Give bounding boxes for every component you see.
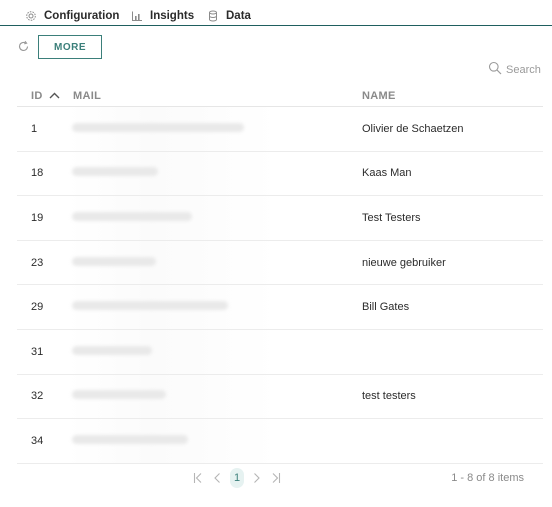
search-icon bbox=[488, 61, 506, 80]
tab-bar: Configuration Insights Data bbox=[0, 0, 552, 26]
pagination: 1 bbox=[190, 467, 287, 489]
cell-id: 31 bbox=[31, 345, 44, 358]
cell-mail-redacted bbox=[72, 167, 158, 179]
table-row[interactable]: 19 Test Testers bbox=[17, 196, 543, 241]
database-icon bbox=[206, 10, 219, 23]
cell-name: Kaas Man bbox=[362, 167, 412, 180]
cell-mail-redacted bbox=[72, 122, 244, 135]
column-header-name[interactable]: NAME bbox=[362, 90, 396, 102]
previous-page-icon[interactable] bbox=[209, 468, 225, 488]
data-table: ID MAIL NAME 1 Olivier de Schaetzen 18 K… bbox=[17, 84, 543, 464]
column-label: NAME bbox=[362, 90, 396, 102]
table-row[interactable]: 18 Kaas Man bbox=[17, 151, 543, 197]
pager-info: 1 - 8 of 8 items bbox=[451, 472, 524, 484]
cell-name: test testers bbox=[362, 390, 416, 403]
table-row[interactable]: 1 Olivier de Schaetzen bbox=[17, 107, 543, 152]
more-button[interactable]: MORE bbox=[38, 35, 102, 59]
next-page-icon[interactable] bbox=[249, 468, 265, 488]
cell-name: Bill Gates bbox=[362, 301, 410, 314]
cell-id: 34 bbox=[31, 434, 44, 447]
cell-mail-redacted bbox=[72, 390, 166, 402]
cell-name: Olivier de Schaetzen bbox=[362, 122, 464, 135]
refresh-icon[interactable] bbox=[17, 40, 30, 53]
page-button-current[interactable]: 1 bbox=[230, 468, 244, 488]
chart-icon bbox=[130, 10, 143, 23]
table-row[interactable]: 29 Bill Gates bbox=[17, 285, 543, 330]
cell-mail-redacted bbox=[72, 345, 152, 358]
cell-mail-redacted bbox=[72, 211, 192, 224]
cell-id: 23 bbox=[31, 256, 44, 269]
cell-id: 29 bbox=[31, 301, 44, 314]
table-row[interactable]: 23 nieuwe gebruiker bbox=[17, 240, 543, 286]
cell-id: 19 bbox=[31, 211, 44, 224]
cell-mail-redacted bbox=[72, 434, 188, 447]
last-page-icon[interactable] bbox=[268, 468, 284, 488]
tab-configuration[interactable]: Configuration bbox=[24, 7, 119, 25]
search-box[interactable] bbox=[488, 61, 546, 80]
tab-label: Configuration bbox=[44, 10, 120, 22]
first-page-icon[interactable] bbox=[190, 468, 206, 488]
cell-mail-redacted bbox=[72, 301, 228, 313]
cell-name: Test Testers bbox=[362, 211, 421, 224]
column-header-id[interactable]: ID bbox=[31, 90, 60, 102]
gear-icon bbox=[24, 10, 37, 23]
column-header-mail[interactable]: MAIL bbox=[73, 90, 101, 102]
cell-id: 32 bbox=[31, 390, 44, 403]
tab-insights[interactable]: Insights bbox=[130, 7, 194, 25]
table-row[interactable]: 34 bbox=[17, 419, 543, 464]
cell-id: 18 bbox=[31, 167, 44, 180]
column-label: ID bbox=[31, 90, 43, 102]
column-label: MAIL bbox=[73, 90, 102, 102]
sort-ascending-icon bbox=[49, 90, 60, 102]
table-row[interactable]: 32 test testers bbox=[17, 374, 543, 420]
cell-id: 1 bbox=[31, 122, 38, 135]
tab-data[interactable]: Data bbox=[206, 7, 251, 25]
search-input[interactable] bbox=[506, 64, 546, 76]
tab-label: Insights bbox=[150, 10, 195, 22]
cell-name: nieuwe gebruiker bbox=[362, 256, 446, 269]
table-row[interactable]: 31 bbox=[17, 329, 543, 375]
tab-label: Data bbox=[226, 10, 251, 22]
cell-mail-redacted bbox=[72, 256, 156, 269]
table-header: ID MAIL NAME bbox=[17, 84, 543, 107]
